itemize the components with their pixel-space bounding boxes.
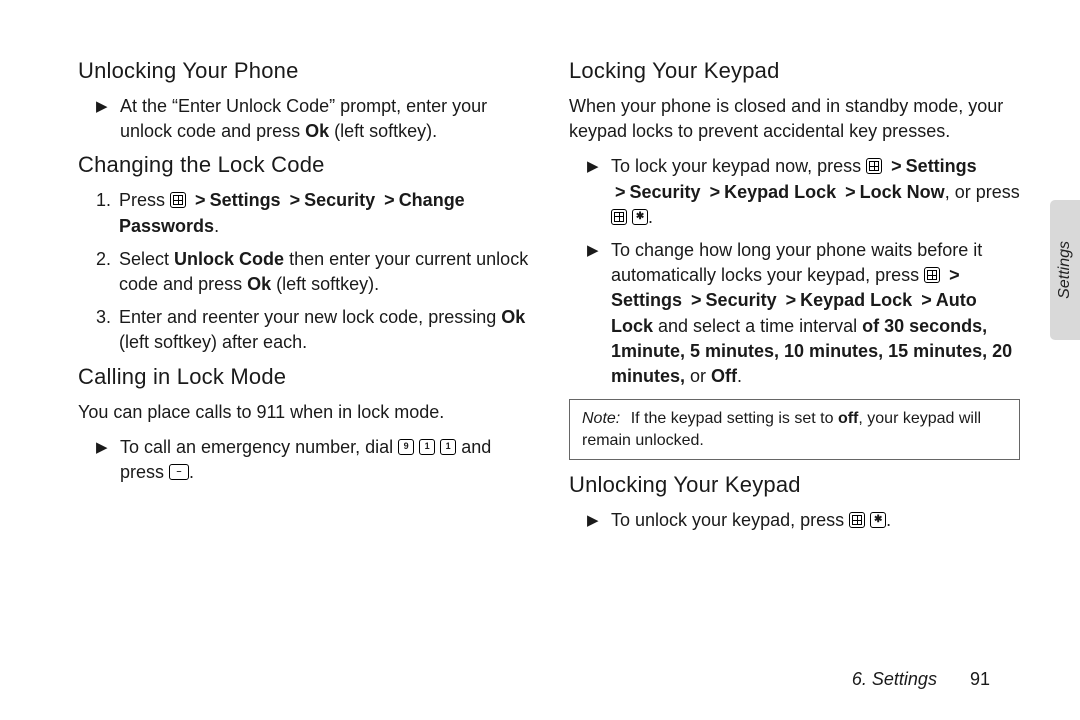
bullet-marker: ▶	[587, 238, 603, 263]
list-text: Press >Settings >Security >Change Passwo…	[119, 188, 529, 238]
paragraph: You can place calls to 911 when in lock …	[78, 400, 529, 425]
list-text: Enter and reenter your new lock code, pr…	[119, 305, 529, 355]
page-footer: 6. Settings 91	[852, 669, 990, 690]
number-marker: 1.	[96, 188, 111, 213]
bullet-marker: ▶	[587, 154, 603, 179]
number-marker: 3.	[96, 305, 111, 330]
menu-key-icon	[849, 512, 865, 528]
numbered-item: 1. Press >Settings >Security >Change Pas…	[78, 188, 529, 238]
list-text: To change how long your phone waits befo…	[611, 238, 1020, 389]
key-9-icon	[398, 439, 414, 455]
bullet-item: ▶ To call an emergency number, dial and …	[78, 435, 529, 485]
left-column: Unlocking Your Phone ▶ At the “Enter Unl…	[78, 58, 529, 700]
list-text: To unlock your keypad, press .	[611, 508, 1020, 533]
footer-page-number: 91	[970, 669, 990, 689]
menu-key-icon	[611, 209, 627, 225]
bullet-marker: ▶	[587, 508, 603, 533]
bullet-marker: ▶	[96, 435, 112, 460]
bullet-item: ▶ To change how long your phone waits be…	[569, 238, 1020, 389]
list-text: To lock your keypad now, press >Settings…	[611, 154, 1020, 230]
heading-calling-lock-mode: Calling in Lock Mode	[78, 364, 529, 390]
bullet-item: ▶ To unlock your keypad, press .	[569, 508, 1020, 533]
bullet-marker: ▶	[96, 94, 112, 119]
star-key-icon	[632, 209, 648, 225]
heading-changing-lock-code: Changing the Lock Code	[78, 152, 529, 178]
note-box: Note: If the keypad setting is set to of…	[569, 399, 1020, 460]
list-text: At the “Enter Unlock Code” prompt, enter…	[120, 94, 529, 144]
star-key-icon	[870, 512, 886, 528]
menu-key-icon	[170, 192, 186, 208]
heading-unlocking-keypad: Unlocking Your Keypad	[569, 472, 1020, 498]
key-1-icon	[440, 439, 456, 455]
numbered-item: 2. Select Unlock Code then enter your cu…	[78, 247, 529, 297]
section-tab-label: Settings	[1056, 241, 1074, 299]
list-text: Select Unlock Code then enter your curre…	[119, 247, 529, 297]
heading-unlocking-phone: Unlocking Your Phone	[78, 58, 529, 84]
paragraph: When your phone is closed and in standby…	[569, 94, 1020, 144]
section-tab: Settings	[1050, 200, 1080, 340]
menu-key-icon	[866, 158, 882, 174]
key-1-icon	[419, 439, 435, 455]
right-column: Locking Your Keypad When your phone is c…	[569, 58, 1020, 700]
list-text: To call an emergency number, dial and pr…	[120, 435, 529, 485]
note-label: Note:	[582, 410, 626, 427]
menu-key-icon	[924, 267, 940, 283]
bullet-item: ▶ At the “Enter Unlock Code” prompt, ent…	[78, 94, 529, 144]
heading-locking-keypad: Locking Your Keypad	[569, 58, 1020, 84]
bullet-item: ▶ To lock your keypad now, press >Settin…	[569, 154, 1020, 230]
number-marker: 2.	[96, 247, 111, 272]
call-key-icon	[169, 464, 189, 480]
numbered-item: 3. Enter and reenter your new lock code,…	[78, 305, 529, 355]
footer-section: 6. Settings	[852, 669, 965, 689]
